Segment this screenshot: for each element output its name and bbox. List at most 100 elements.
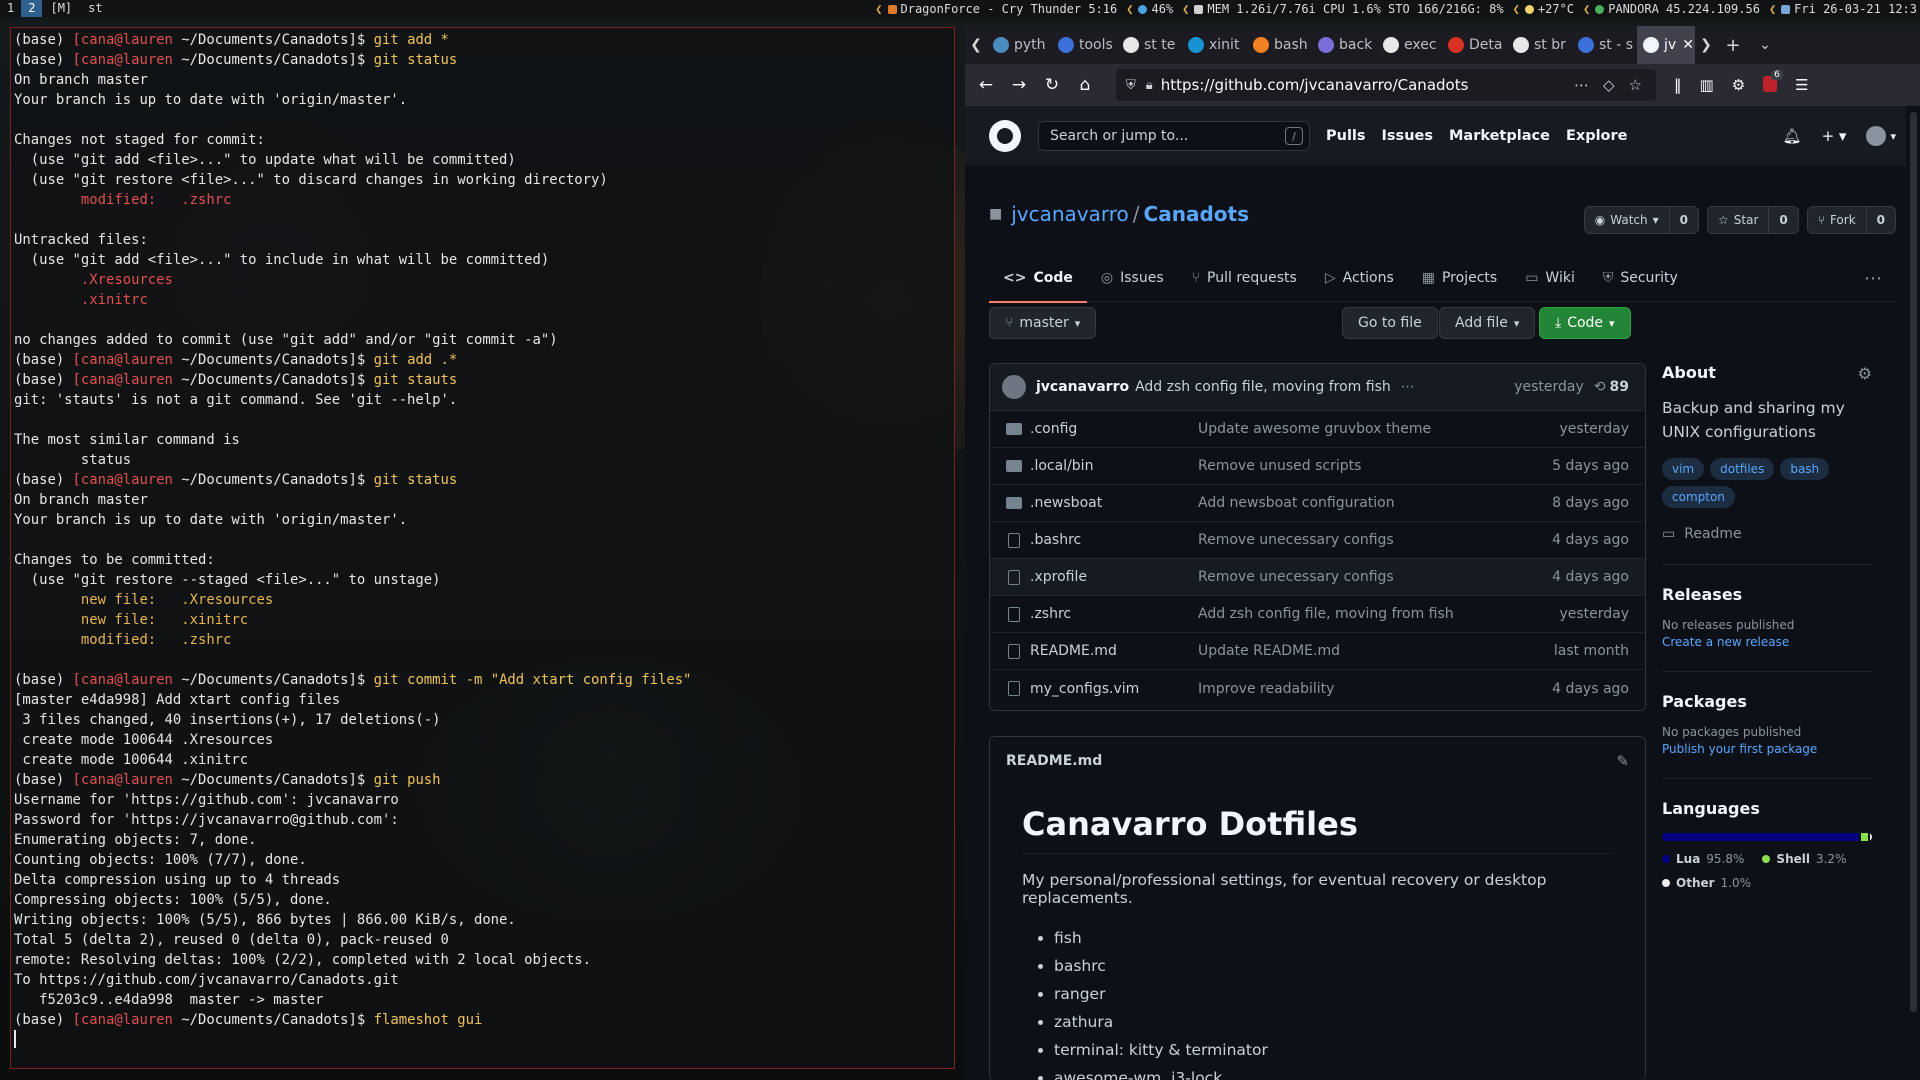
browser-tab[interactable]: exec: [1377, 26, 1442, 64]
tab-list-chevron-icon[interactable]: ⌄: [1749, 37, 1781, 53]
browser-tab[interactable]: back: [1312, 26, 1377, 64]
library-icon[interactable]: ‖: [1674, 76, 1682, 94]
watch-button[interactable]: ◉ Watch ▾ 0: [1583, 206, 1699, 234]
add-file-button[interactable]: Add file ▾: [1439, 307, 1536, 339]
file-name[interactable]: .zshrc: [1030, 606, 1198, 622]
ublock-icon[interactable]: 6: [1763, 70, 1783, 94]
browser-tab[interactable]: st te: [1117, 26, 1182, 64]
star-button[interactable]: ☆ Star 0: [1707, 206, 1799, 234]
history-icon[interactable]: ⟲: [1594, 379, 1606, 395]
file-commit-message[interactable]: Remove unused scripts: [1198, 458, 1552, 474]
code-download-button[interactable]: ⤓ Code ▾: [1539, 307, 1631, 339]
create-release-link[interactable]: Create a new release: [1662, 635, 1872, 649]
home-icon[interactable]: ⌂: [1070, 70, 1100, 100]
pencil-icon[interactable]: ✎: [1616, 752, 1629, 770]
avatar[interactable]: [1002, 375, 1026, 399]
file-row[interactable]: README.md Update README.md last month: [990, 633, 1645, 670]
nav-pulls[interactable]: Pulls: [1326, 128, 1366, 144]
url-bar[interactable]: ⛨ 🔒︎ https://github.com/jvcanavarro/Cana…: [1116, 69, 1656, 101]
file-name[interactable]: README.md: [1030, 643, 1198, 659]
tab-projects[interactable]: ▦ Projects: [1408, 254, 1511, 302]
pocket-icon[interactable]: ◇: [1603, 76, 1615, 94]
tab-actions[interactable]: ▷ Actions: [1311, 254, 1408, 302]
forward-icon[interactable]: →: [1004, 70, 1034, 100]
file-name[interactable]: .bashrc: [1030, 532, 1198, 548]
browser-tab[interactable]: jv ✕: [1637, 26, 1695, 64]
terminal-window[interactable]: (base) [cana@lauren ~/Documents/Canadots…: [10, 27, 955, 1069]
file-commit-message[interactable]: Add zsh config file, moving from fish: [1198, 606, 1559, 622]
file-name[interactable]: .xprofile: [1030, 569, 1198, 585]
plus-dropdown-icon[interactable]: + ▾: [1822, 127, 1847, 145]
topic-tag[interactable]: vim: [1662, 458, 1705, 480]
bell-icon[interactable]: 🔔︎: [1783, 127, 1802, 145]
extension-icon[interactable]: ⚙: [1732, 76, 1745, 94]
page-actions-icon[interactable]: ⋯: [1574, 76, 1589, 94]
branch-select-button[interactable]: ⑂ master ▾: [989, 307, 1097, 339]
tab-scroll-right-icon[interactable]: ❯: [1695, 37, 1717, 53]
repo-name-link[interactable]: Canadots: [1144, 202, 1249, 226]
publish-package-link[interactable]: Publish your first package: [1662, 742, 1872, 756]
file-commit-message[interactable]: Update README.md: [1198, 643, 1554, 659]
topic-tag[interactable]: bash: [1780, 458, 1830, 480]
file-name[interactable]: .newsboat: [1030, 495, 1198, 511]
tab-issues[interactable]: ◎ Issues: [1087, 254, 1178, 302]
file-row[interactable]: my_configs.vim Improve readability 4 days …: [990, 670, 1645, 707]
nav-explore[interactable]: Explore: [1566, 128, 1628, 144]
releases-heading[interactable]: Releases: [1662, 585, 1872, 604]
tab-wiki[interactable]: ▭ Wiki: [1511, 254, 1589, 302]
file-row[interactable]: .newsboat Add newsboat configuration 8 day…: [990, 485, 1645, 522]
scrollbar-thumb[interactable]: [1910, 112, 1917, 1012]
file-commit-message[interactable]: Remove unecessary configs: [1198, 569, 1552, 585]
tab-pull-requests[interactable]: ⑂ Pull requests: [1178, 254, 1311, 302]
commit-author[interactable]: jvcanavarro: [1036, 379, 1129, 395]
menu-icon[interactable]: ☰: [1795, 76, 1808, 94]
file-name[interactable]: .local/bin: [1030, 458, 1198, 474]
language-item[interactable]: Lua 95.8%: [1662, 847, 1744, 871]
layout-indicator[interactable]: [M]: [42, 0, 80, 17]
file-name[interactable]: my_configs.vim: [1030, 681, 1198, 697]
topic-tag[interactable]: compton: [1662, 486, 1735, 508]
github-logo-icon[interactable]: [989, 120, 1021, 152]
file-commit-message[interactable]: Remove unecessary configs: [1198, 532, 1552, 548]
avatar[interactable]: [1866, 126, 1887, 146]
reload-icon[interactable]: ↻: [1037, 70, 1067, 100]
browser-tab[interactable]: pyth: [987, 26, 1052, 64]
file-row[interactable]: .config Update awesome gruvbox theme yeste…: [990, 411, 1645, 448]
lock-icon[interactable]: 🔒︎: [1146, 78, 1153, 93]
tab-code[interactable]: <> Code: [989, 254, 1087, 303]
nav-marketplace[interactable]: Marketplace: [1449, 128, 1550, 144]
search-input[interactable]: Search or jump to... /: [1038, 121, 1310, 151]
language-item[interactable]: Other 1.0%: [1662, 871, 1751, 895]
go-to-file-button[interactable]: Go to file: [1342, 307, 1438, 339]
sidebar-icon[interactable]: ▥: [1700, 76, 1714, 94]
language-item[interactable]: Shell 3.2%: [1762, 847, 1846, 871]
file-commit-message[interactable]: Add newsboat configuration: [1198, 495, 1552, 511]
commit-message[interactable]: Add zsh config file, moving from fish: [1135, 379, 1391, 395]
star-count[interactable]: 0: [1768, 207, 1797, 233]
topic-tag[interactable]: dotfiles: [1710, 458, 1775, 480]
workspace-2[interactable]: 2: [21, 0, 43, 17]
close-icon[interactable]: ✕: [1682, 37, 1694, 53]
fork-count[interactable]: 0: [1865, 207, 1895, 233]
readme-link[interactable]: ▭ Readme: [1662, 526, 1872, 542]
browser-tab[interactable]: st - s: [1572, 26, 1637, 64]
commit-count[interactable]: 89: [1610, 379, 1629, 395]
watch-count[interactable]: 0: [1668, 207, 1698, 233]
nav-issues[interactable]: Issues: [1382, 128, 1433, 144]
back-icon[interactable]: ←: [971, 70, 1001, 100]
url-text[interactable]: https://github.com/jvcanavarro/Canadots: [1161, 76, 1574, 94]
file-row[interactable]: .xprofile Remove unecessary configs 4 days…: [990, 559, 1645, 596]
page-scrollbar[interactable]: [1906, 106, 1920, 1080]
fork-button[interactable]: ⑂ Fork 0: [1806, 206, 1896, 234]
browser-tab[interactable]: tools: [1052, 26, 1117, 64]
new-tab-icon[interactable]: +: [1717, 35, 1749, 56]
user-menu[interactable]: ▾: [1866, 126, 1896, 146]
tab-scroll-left-icon[interactable]: ❮: [965, 37, 987, 53]
browser-tab[interactable]: st br: [1507, 26, 1572, 64]
workspace-1[interactable]: 1: [0, 0, 21, 17]
commit-expand-icon[interactable]: ⋯: [1401, 379, 1415, 395]
gear-icon[interactable]: ⚙: [1858, 364, 1872, 383]
browser-tab[interactable]: bash: [1247, 26, 1312, 64]
packages-heading[interactable]: Packages: [1662, 692, 1872, 711]
file-row[interactable]: .local/bin Remove unused scripts 5 days ag…: [990, 448, 1645, 485]
